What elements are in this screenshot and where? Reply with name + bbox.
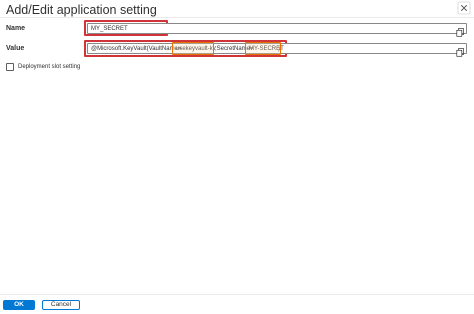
deployment-slot-label: Deployment slot setting — [18, 64, 81, 70]
copy-icon[interactable] — [456, 44, 465, 57]
secret-name-highlight — [245, 42, 281, 55]
copy-icon[interactable] — [456, 24, 465, 37]
vault-name-highlight — [172, 42, 214, 55]
name-input-value: MY_SECRET — [91, 26, 128, 32]
ok-button[interactable]: OK — [3, 300, 35, 310]
footer-divider — [0, 294, 474, 295]
name-label: Name — [6, 25, 26, 32]
value-prefix: @Microsoft.KeyVault(VaultName= — [91, 46, 182, 52]
header-divider — [0, 17, 474, 18]
cancel-button[interactable]: Cancel — [42, 300, 80, 310]
close-icon[interactable] — [457, 1, 471, 15]
name-input[interactable]: MY_SECRET — [87, 23, 467, 34]
value-label: Value — [6, 45, 25, 52]
dialog-title: Add/Edit application setting — [6, 3, 157, 17]
deployment-slot-checkbox[interactable] — [6, 63, 14, 71]
